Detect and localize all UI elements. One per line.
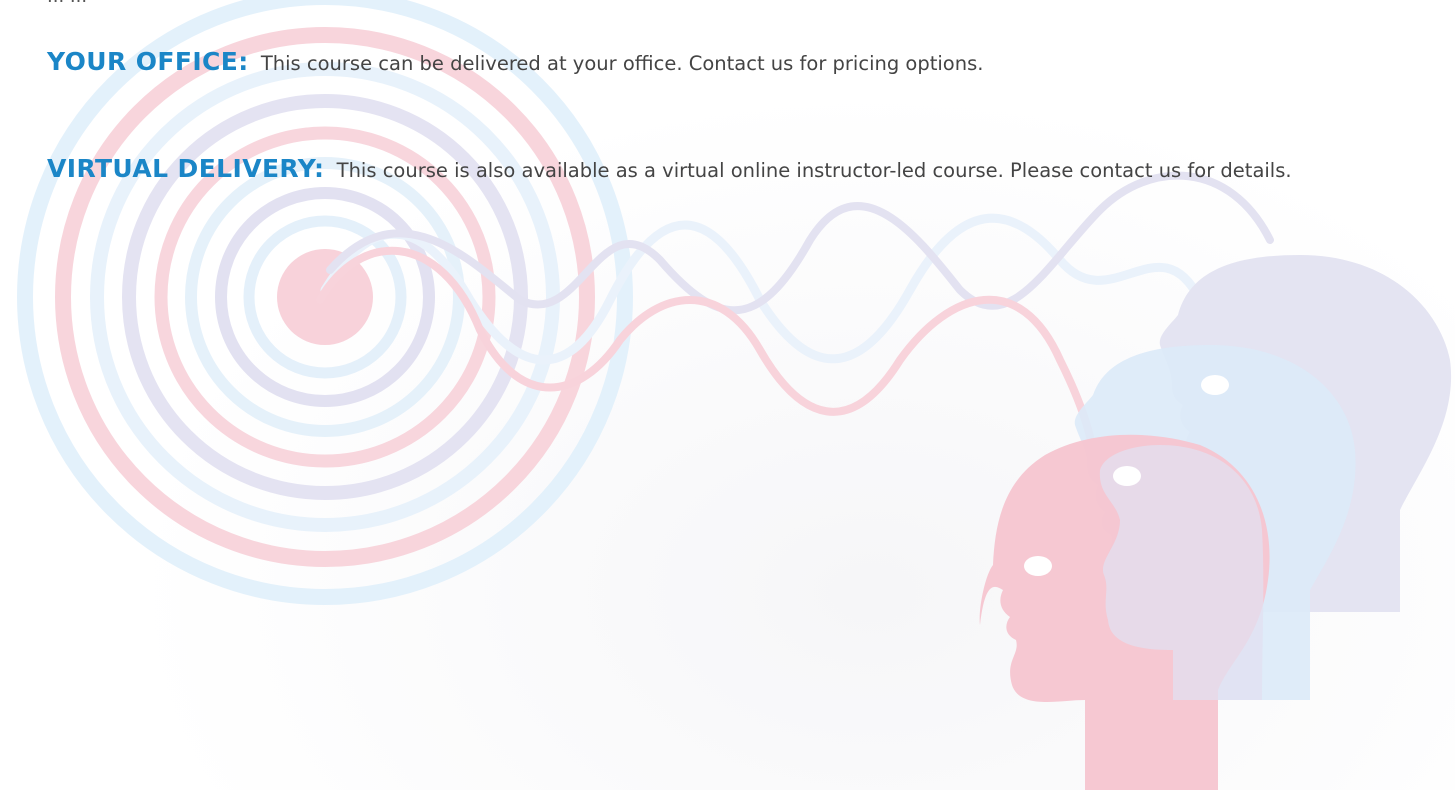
office-delivery-paragraph: YOUR OFFICE: This course can be delivere…: [47, 46, 1442, 80]
clipped-top-text: ... ...: [47, 0, 87, 8]
office-delivery-label: YOUR OFFICE:: [47, 47, 249, 76]
virtual-delivery-text: This course is also available as a virtu…: [336, 159, 1292, 182]
sound-wave-heads-illustration: [17, 0, 1452, 790]
virtual-delivery-paragraph: VIRTUAL DELIVERY: This course is also av…: [47, 153, 1442, 187]
virtual-delivery-label: VIRTUAL DELIVERY:: [47, 154, 325, 183]
office-delivery-text: This course can be delivered at your off…: [260, 52, 984, 75]
page: ... ... YOUR OFFICE: This course can be …: [0, 0, 1455, 790]
